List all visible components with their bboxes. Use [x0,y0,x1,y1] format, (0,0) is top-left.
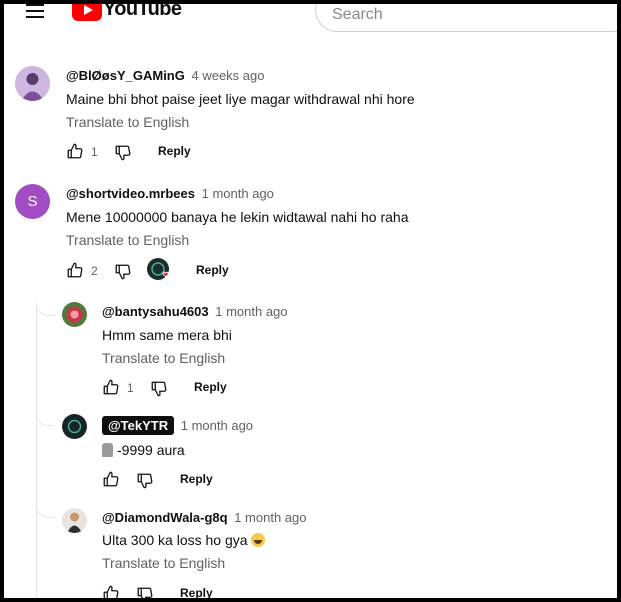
like-icon[interactable] [102,378,120,396]
dislike-icon[interactable] [136,586,154,602]
comment-actions: Reply [102,584,302,602]
comment-author[interactable]: @bantysahu4603 [102,304,209,319]
thread-connector [36,302,54,316]
comment-time[interactable]: 4 weeks ago [191,68,264,83]
dislike-icon[interactable] [114,263,132,281]
thread-connector [36,412,54,426]
comment-text: Hmm same mera bhi [102,327,232,343]
creator-author-chip[interactable]: @TekYTR [102,416,175,435]
comment-time[interactable]: 1 month ago [234,510,306,525]
reply-button[interactable]: Reply [180,586,213,598]
translate-link[interactable]: Translate to English [66,232,189,248]
thread-line [36,302,37,598]
youtube-play-icon [72,4,102,21]
comment-text: Maine bhi bhot paise jeet liye magar wit… [66,91,415,107]
search-input[interactable]: Search [315,4,617,32]
comment-time[interactable]: 1 month ago [181,418,253,433]
moai-icon [102,443,113,457]
translate-link[interactable]: Translate to English [102,350,225,366]
comment-actions: 1 Reply [102,378,302,398]
comment-time[interactable]: 1 month ago [215,304,287,319]
comment-actions: Reply [102,470,302,490]
like-count: 2 [91,264,98,278]
comment-meta: @BlØøsY_GAMinG 4 weeks ago [66,68,264,83]
avatar[interactable] [15,66,50,101]
page-frame: YouTube Search @BlØøsY_GAMinG 4 weeks ag… [0,0,621,602]
avatar[interactable] [62,414,87,439]
like-icon[interactable] [102,470,120,488]
comment-actions: 2 Reply [66,258,266,281]
dislike-icon[interactable] [114,144,132,162]
reply-button[interactable]: Reply [194,380,227,394]
comment-text-row: Ulta 300 ka loss ho gya [102,532,266,548]
comment-author[interactable]: @shortvideo.mrbees [66,186,195,201]
like-icon[interactable] [66,261,84,279]
laughing-emoji-icon [251,533,266,547]
comment-time[interactable]: 1 month ago [202,186,274,201]
comment-text: Ulta 300 ka loss ho gya [102,532,248,548]
translate-link[interactable]: Translate to English [66,114,189,130]
youtube-logo[interactable]: YouTube [72,0,182,21]
logo-text: YouTube [103,0,182,20]
like-icon[interactable] [102,584,120,602]
comment-meta: @TekYTR 1 month ago [102,416,253,435]
like-icon[interactable] [66,142,84,160]
avatar-letter: S [27,193,38,210]
avatar[interactable] [62,302,87,327]
menu-icon[interactable] [26,4,48,22]
comment-meta: @shortvideo.mrbees 1 month ago [66,186,274,201]
like-count: 1 [91,145,98,159]
comment-meta: @DiamondWala-g8q 1 month ago [102,510,307,525]
comment-author[interactable]: @DiamondWala-g8q [102,510,228,525]
creator-heart-badge [146,257,172,283]
comment-author[interactable]: @BlØøsY_GAMinG [66,68,185,83]
avatar[interactable] [62,508,87,533]
comment-text-row: -9999 aura [102,442,185,458]
dislike-icon[interactable] [150,380,168,398]
search-placeholder: Search [332,6,383,23]
reply-button[interactable]: Reply [180,472,213,486]
reply-button[interactable]: Reply [158,144,191,158]
avatar[interactable]: S [15,184,50,219]
translate-link[interactable]: Translate to English [102,555,225,571]
comment-meta: @bantysahu4603 1 month ago [102,304,288,319]
comment-actions: 1 Reply [66,142,266,162]
reply-button[interactable]: Reply [196,263,229,277]
like-count: 1 [127,381,134,395]
dislike-icon[interactable] [136,472,154,490]
thread-connector [36,504,54,518]
comment-text: -9999 aura [117,442,185,458]
comment-text: Mene 10000000 banaya he lekin widtawal n… [66,209,409,225]
